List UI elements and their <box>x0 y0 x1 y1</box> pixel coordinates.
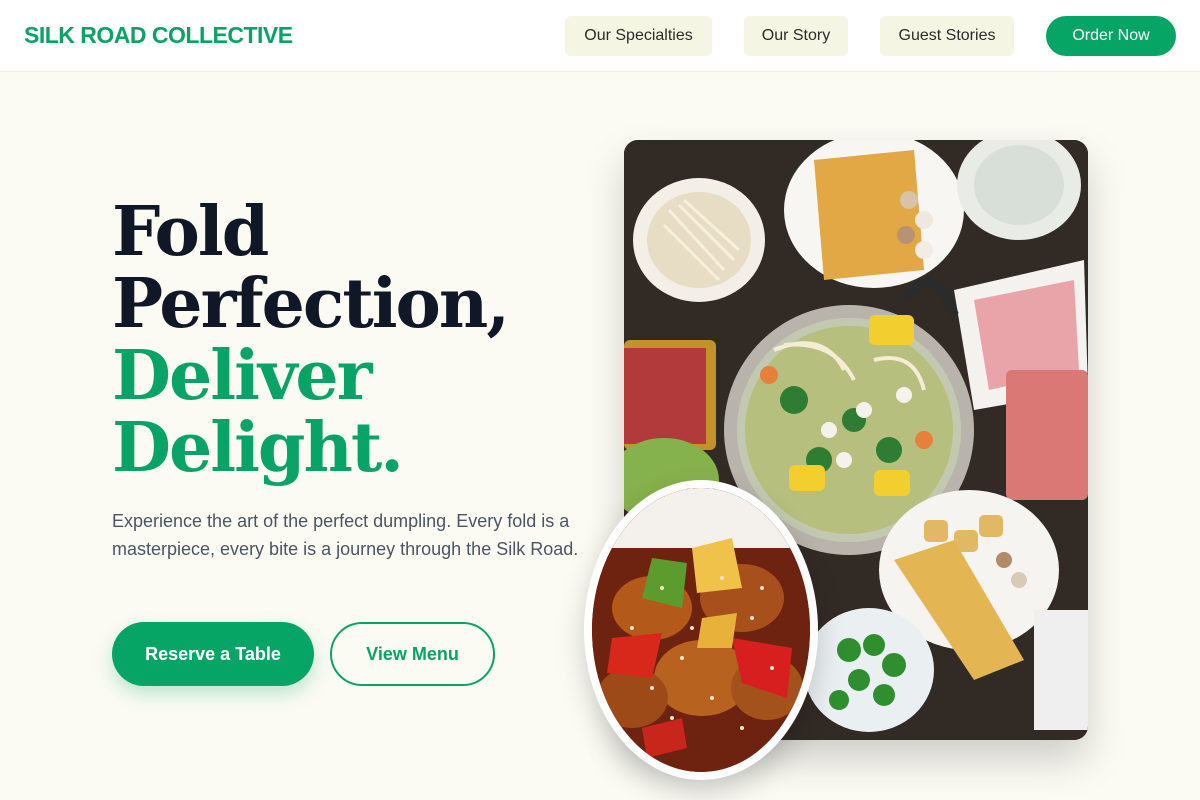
view-menu-button[interactable]: View Menu <box>330 622 495 686</box>
hero-description: Experience the art of the perfect dumpli… <box>112 511 579 559</box>
headline-line-1: Fold <box>112 192 269 272</box>
headline-line-3: Deliver <box>112 336 373 416</box>
headline-line-4: Delight. <box>112 408 404 488</box>
headline-line-2: Perfection, <box>112 264 510 344</box>
nav-our-story[interactable]: Our Story <box>744 16 848 56</box>
brand-logo[interactable]: SILK ROAD COLLECTIVE <box>24 22 293 49</box>
hero-headline: Fold Perfection, Deliver Delight. <box>112 196 582 484</box>
sweet-sour-chicken-photo <box>592 488 810 772</box>
nav-our-specialties[interactable]: Our Specialties <box>565 16 712 56</box>
order-now-button[interactable]: Order Now <box>1046 16 1176 56</box>
reserve-table-button[interactable]: Reserve a Table <box>112 622 314 686</box>
nav-guest-stories[interactable]: Guest Stories <box>880 16 1014 56</box>
site-header: SILK ROAD COLLECTIVE Our Specialties Our… <box>0 0 1200 72</box>
